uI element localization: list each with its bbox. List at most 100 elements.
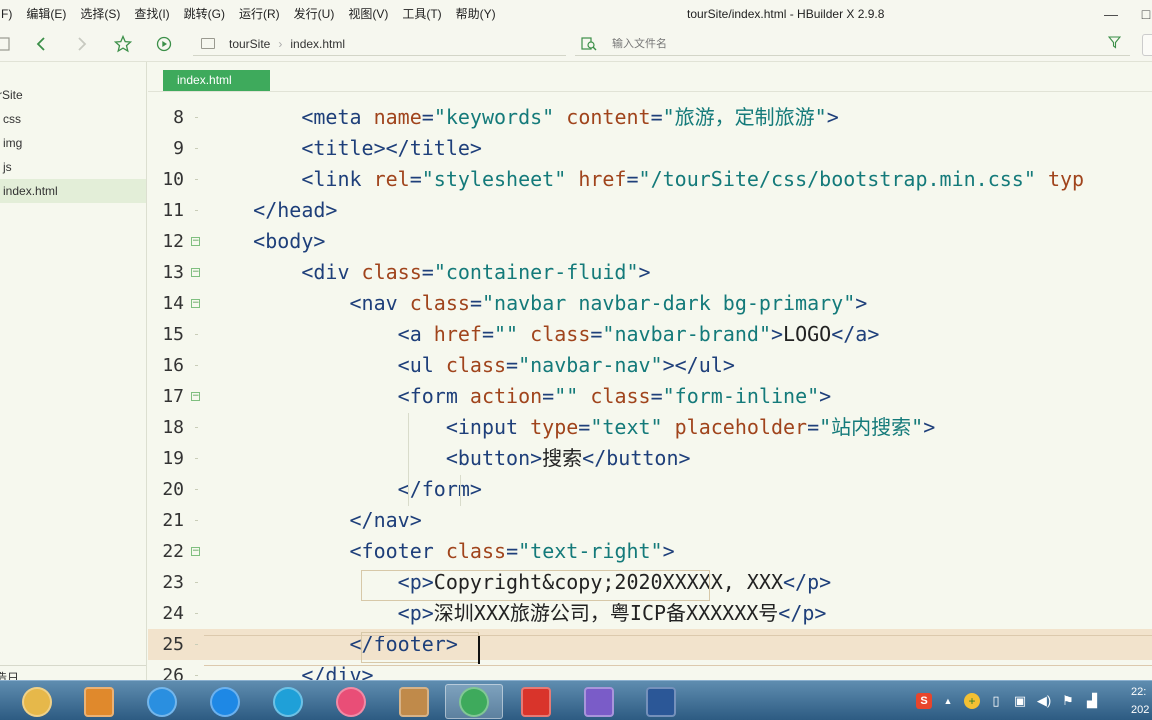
- menu-item-8[interactable]: 工具(T): [395, 0, 448, 28]
- indent-guide: [408, 413, 409, 506]
- gutter-marker: [195, 458, 198, 459]
- edge-icon: [273, 686, 303, 717]
- code-line[interactable]: 18 <input type="text" placeholder="站内搜索"…: [148, 412, 1152, 443]
- taskbar-app-9[interactable]: [570, 684, 628, 719]
- taskbar-app-3[interactable]: [196, 684, 254, 719]
- flag-icon[interactable]: ⚑: [1060, 693, 1076, 709]
- gutter-marker: [195, 179, 198, 180]
- menu-item-1[interactable]: 编辑(E): [19, 0, 73, 28]
- tray-expand-icon[interactable]: ▲: [940, 693, 956, 709]
- tab-index-html[interactable]: index.html: [163, 70, 270, 91]
- code-text: <a href="" class="navbar-brand">LOGO</a>: [397, 322, 880, 346]
- filter-icon[interactable]: [1107, 36, 1122, 50]
- minimize-icon[interactable]: —: [1101, 4, 1121, 24]
- code-text: <form action="" class="form-inline">: [397, 384, 832, 408]
- toolbar-overflow-button[interactable]: [1142, 34, 1152, 56]
- code-line[interactable]: 22− <footer class="text-right">: [148, 536, 1152, 567]
- fold-toggle-icon[interactable]: −: [191, 392, 200, 401]
- menu-item-7[interactable]: 视图(V): [341, 0, 395, 28]
- code-text: <footer class="text-right">: [349, 539, 675, 563]
- menu-item-3[interactable]: 查找(I): [127, 0, 176, 28]
- code-line[interactable]: 14− <nav class="navbar navbar-dark bg-pr…: [148, 288, 1152, 319]
- menu-item-9[interactable]: 帮助(Y): [449, 0, 503, 28]
- tree-item-img[interactable]: img: [0, 131, 146, 155]
- code-line[interactable]: 10 <link rel="stylesheet" href="/tourSit…: [148, 164, 1152, 195]
- code-line[interactable]: 15 <a href="" class="navbar-brand">LOGO<…: [148, 319, 1152, 350]
- file-search-input[interactable]: [612, 37, 1092, 50]
- taskbar-app-6[interactable]: [385, 684, 443, 719]
- line-number: 15: [162, 324, 184, 345]
- clock[interactable]: 22: 202: [1131, 683, 1149, 719]
- code-line[interactable]: 17− <form action="" class="form-inline">: [148, 381, 1152, 412]
- line-number: 26: [162, 665, 184, 680]
- maximize-icon[interactable]: □: [1136, 4, 1152, 24]
- fold-toggle-icon[interactable]: −: [191, 547, 200, 556]
- menu-bar: F) 编辑(E) 选择(S) 查找(I) 跳转(G) 运行(R) 发行(U) 视图(V) 工具(…: [0, 0, 1152, 28]
- code-text: <p>深圳XXX旅游公司，粤ICP备XXXXXX号</p>: [397, 601, 827, 625]
- line-number: 14: [162, 293, 184, 314]
- breadcrumb-file[interactable]: index.html: [290, 37, 345, 51]
- volume-icon[interactable]: ◀): [1036, 693, 1052, 709]
- taskbar-app-1[interactable]: [70, 684, 128, 719]
- taskbar-app-8[interactable]: [507, 684, 565, 719]
- tree-item-js[interactable]: js: [0, 155, 146, 179]
- gutter-marker: [195, 613, 198, 614]
- code-line[interactable]: 21 </nav>: [148, 505, 1152, 536]
- taskbar-app-5[interactable]: [322, 684, 380, 719]
- signal-icon[interactable]: ▟: [1084, 693, 1100, 709]
- star-icon[interactable]: [113, 34, 133, 54]
- menu-item-6[interactable]: 发行(U): [287, 0, 342, 28]
- code-line[interactable]: 24 <p>深圳XXX旅游公司，粤ICP备XXXXXX号</p>: [148, 598, 1152, 629]
- clock-date: 202: [1131, 704, 1150, 716]
- menu-item-2[interactable]: 选择(S): [73, 0, 127, 28]
- tree-item-label: rSite: [0, 88, 23, 102]
- menu-item-5[interactable]: 运行(R): [232, 0, 287, 28]
- sogou-input-icon[interactable]: S: [916, 693, 932, 709]
- forward-icon[interactable]: [72, 34, 92, 54]
- line-number: 9: [173, 138, 184, 159]
- code-line[interactable]: 19 <button>搜索</button>: [148, 443, 1152, 474]
- tree-item-label: index.html: [3, 184, 58, 198]
- breadcrumb-project[interactable]: tourSite: [229, 37, 270, 51]
- tree-item-index-html[interactable]: index.html: [0, 179, 146, 203]
- code-line[interactable]: 13− <div class="container-fluid">: [148, 257, 1152, 288]
- file-search-icon: [581, 36, 597, 52]
- menu-item-4[interactable]: 跳转(G): [177, 0, 232, 28]
- matched-tag-highlight: [361, 570, 710, 601]
- save-icon[interactable]: [0, 34, 14, 54]
- tray-app-icon[interactable]: +: [964, 693, 980, 709]
- tree-item-css[interactable]: css: [0, 107, 146, 131]
- taskbar-app-10[interactable]: [632, 684, 690, 719]
- network-icon[interactable]: ▣: [1012, 693, 1028, 709]
- fold-toggle-icon[interactable]: −: [191, 237, 200, 246]
- taskbar-app-0[interactable]: [8, 684, 66, 719]
- usb-icon[interactable]: ▯: [988, 693, 1004, 709]
- gutter-marker: [195, 644, 198, 645]
- taskbar-app-2[interactable]: [133, 684, 191, 719]
- menu-item-0[interactable]: F): [0, 0, 19, 28]
- code-line[interactable]: 8 <meta name="keywords" content="旅游，定制旅游…: [148, 102, 1152, 133]
- code-line[interactable]: 12− <body>: [148, 226, 1152, 257]
- back-icon[interactable]: [31, 34, 51, 54]
- clock-time: 22:: [1131, 686, 1147, 698]
- code-text: <link rel="stylesheet" href="/tourSite/c…: [301, 167, 1085, 191]
- code-editor[interactable]: index.html 8 <meta name="keywords" conte…: [148, 62, 1152, 680]
- code-text: </head>: [253, 198, 338, 222]
- code-line[interactable]: 20 </form>: [148, 474, 1152, 505]
- run-icon[interactable]: [154, 34, 174, 54]
- code-area[interactable]: 8 <meta name="keywords" content="旅游，定制旅游…: [148, 102, 1152, 680]
- gutter-marker: [195, 427, 198, 428]
- code-text: </form>: [397, 477, 482, 501]
- taskbar-app-7[interactable]: [445, 684, 503, 719]
- line-number: 22: [162, 541, 184, 562]
- fold-toggle-icon[interactable]: −: [191, 299, 200, 308]
- gutter-marker: [195, 675, 198, 676]
- gutter-marker: [195, 148, 198, 149]
- code-line[interactable]: 9 <title></title>: [148, 133, 1152, 164]
- fold-toggle-icon[interactable]: −: [191, 268, 200, 277]
- taskbar-app-4[interactable]: [259, 684, 317, 719]
- code-line[interactable]: 11 </head>: [148, 195, 1152, 226]
- code-line[interactable]: 16 <ul class="navbar-nav"></ul>: [148, 350, 1152, 381]
- address-bar[interactable]: tourSite › index.html: [193, 32, 566, 56]
- tree-item-rsite[interactable]: rSite: [0, 83, 146, 107]
